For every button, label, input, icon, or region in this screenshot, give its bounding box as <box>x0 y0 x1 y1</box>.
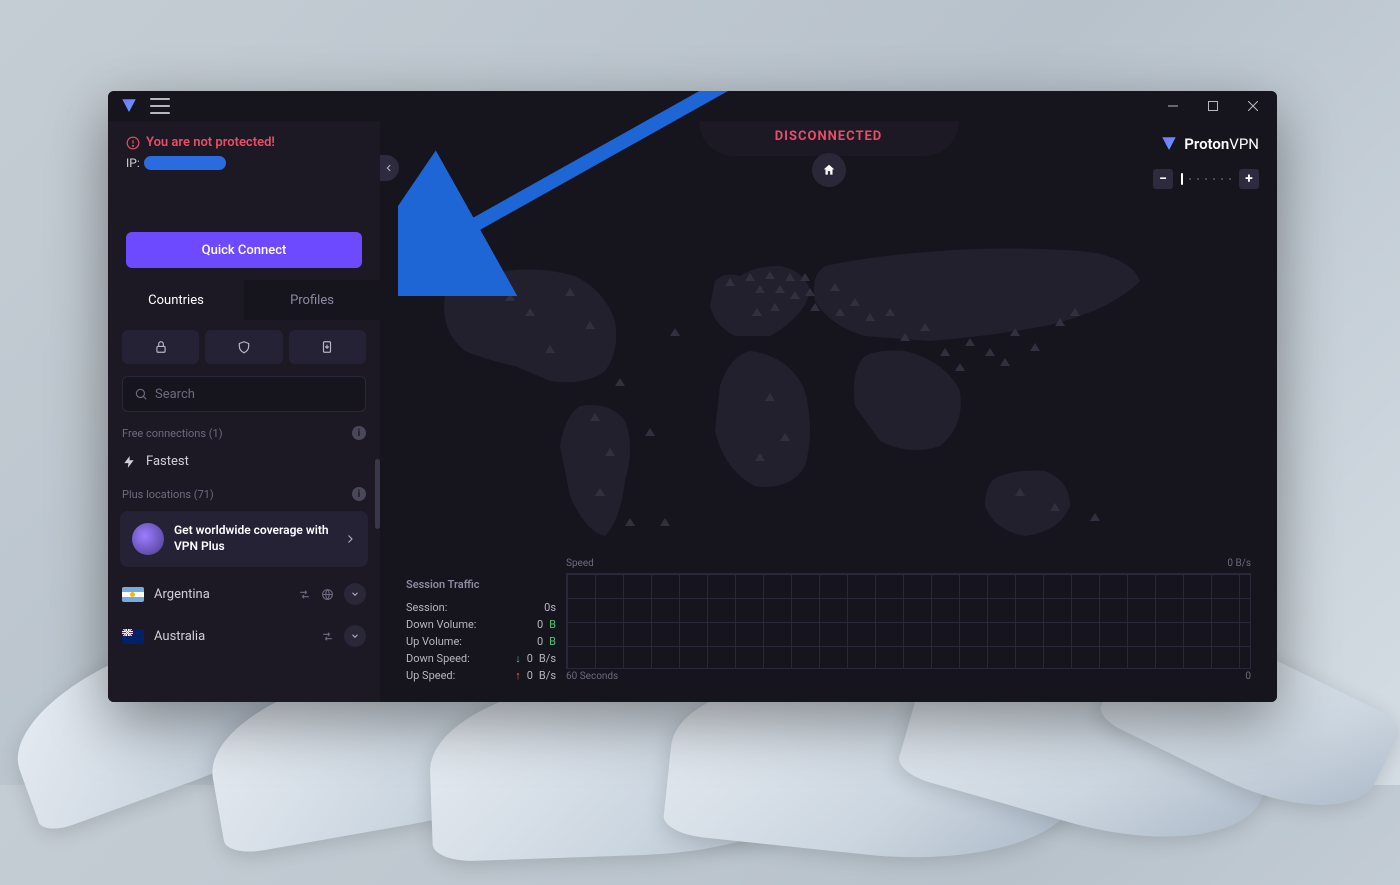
p2p-icon <box>298 588 311 601</box>
session-value: 0s <box>544 601 556 614</box>
world-map[interactable] <box>410 221 1240 561</box>
ip-label: IP: <box>126 156 140 170</box>
speed-chart-panel: Speed 0 B/s 60 Seconds 0 <box>566 558 1251 684</box>
session-label: Session: <box>406 601 447 614</box>
titlebar <box>108 91 1277 121</box>
connection-status-text: DISCONNECTED <box>699 121 959 156</box>
chevron-left-icon <box>384 163 394 173</box>
p2p-icon <box>321 630 334 643</box>
search-icon <box>134 387 148 401</box>
tab-profiles[interactable]: Profiles <box>244 280 380 320</box>
tab-countries[interactable]: Countries <box>108 280 244 320</box>
down-volume-value: 0 <box>537 618 543 631</box>
upsell-card[interactable]: Get worldwide coverage with VPN Plus <box>120 511 368 567</box>
server-fastest-label: Fastest <box>146 454 189 469</box>
brand-name-2: VPN <box>1229 135 1259 153</box>
expand-button[interactable] <box>344 625 366 647</box>
brand-label: ProtonVPN <box>1160 135 1259 153</box>
lock-icon <box>154 340 168 354</box>
search-input[interactable] <box>122 376 366 412</box>
arrow-up-icon: ↑ <box>515 669 521 682</box>
upsell-icon <box>132 523 164 555</box>
speed-y-max: 0 B/s <box>1227 558 1251 569</box>
up-speed-value: 0 <box>527 669 533 682</box>
expand-button[interactable] <box>344 583 366 605</box>
up-speed-label: Up Speed: <box>406 669 455 682</box>
ip-value-redacted <box>144 156 226 170</box>
brand-name-1: Proton <box>1184 135 1229 153</box>
country-name: Argentina <box>154 587 210 602</box>
brand-logo-icon <box>1160 135 1178 153</box>
menu-button[interactable] <box>150 98 170 114</box>
down-speed-label: Down Speed: <box>406 652 470 665</box>
main-panel: DISCONNECTED ProtonVPN − + <box>380 121 1277 702</box>
down-speed-value: 0 <box>527 652 533 665</box>
arrow-down-icon: ↓ <box>515 652 521 665</box>
window-close-button[interactable] <box>1233 91 1273 121</box>
zoom-in-button[interactable]: + <box>1239 169 1259 189</box>
shield-icon <box>237 340 251 354</box>
globe-icon <box>321 588 334 601</box>
protection-status-text: You are not protected! <box>146 135 275 150</box>
zoom-control: − + <box>1153 169 1259 189</box>
server-row-argentina[interactable]: Argentina <box>108 573 380 615</box>
flag-australia-icon <box>122 629 144 644</box>
filter-netshield-button[interactable] <box>205 330 282 364</box>
plus-locations-label: Plus locations (71) <box>122 488 214 501</box>
port-forwarding-icon <box>320 340 334 354</box>
country-name: Australia <box>154 629 205 644</box>
speed-x-right: 0 <box>1245 671 1251 682</box>
filter-port-forwarding-button[interactable] <box>289 330 366 364</box>
collapse-sidebar-button[interactable] <box>380 155 399 181</box>
window-maximize-button[interactable] <box>1193 91 1233 121</box>
flag-argentina-icon <box>122 587 144 602</box>
zoom-level-indicator <box>1175 173 1237 185</box>
down-volume-label: Down Volume: <box>406 618 476 631</box>
info-icon[interactable]: i <box>352 426 366 440</box>
home-button[interactable] <box>812 153 846 187</box>
traffic-title: Session Traffic <box>406 578 556 591</box>
sidebar: You are not protected! IP: Quick Connect… <box>108 121 380 702</box>
ip-display: IP: <box>126 156 362 170</box>
app-window: You are not protected! IP: Quick Connect… <box>108 91 1277 702</box>
speed-title: Speed <box>566 558 594 569</box>
chevron-right-icon <box>344 533 356 545</box>
info-icon[interactable]: i <box>352 487 366 501</box>
filter-secure-core-button[interactable] <box>122 330 199 364</box>
protection-status: You are not protected! <box>126 135 362 150</box>
quick-connect-button[interactable]: Quick Connect <box>126 232 362 268</box>
free-connections-label: Free connections (1) <box>122 427 223 440</box>
speed-x-left: 60 Seconds <box>566 671 618 682</box>
upsell-text: Get worldwide coverage with VPN Plus <box>174 523 334 554</box>
warning-icon <box>126 136 140 150</box>
zoom-out-button[interactable]: − <box>1153 169 1173 189</box>
up-volume-label: Up Volume: <box>406 635 462 648</box>
bolt-icon <box>122 455 136 469</box>
connection-status-banner: DISCONNECTED <box>699 121 959 156</box>
app-logo-icon <box>120 97 138 115</box>
session-traffic-panel: Session Traffic Session: 0s Down Volume: 0… <box>406 578 556 684</box>
up-volume-value: 0 <box>537 635 543 648</box>
window-minimize-button[interactable] <box>1153 91 1193 121</box>
speed-chart-grid <box>566 573 1251 669</box>
server-row-fastest[interactable]: Fastest <box>108 444 380 479</box>
server-row-australia[interactable]: Australia <box>108 615 380 657</box>
home-icon <box>822 163 836 177</box>
